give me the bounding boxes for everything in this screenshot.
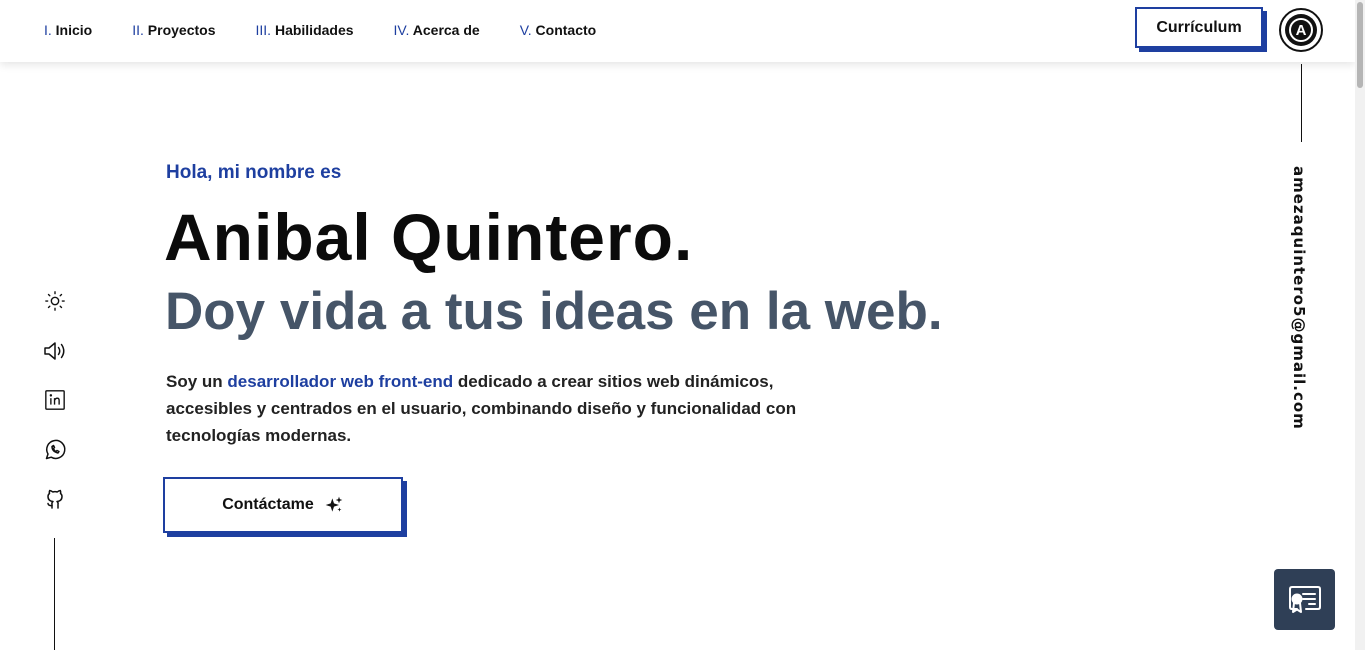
- left-rail-line: [54, 538, 55, 650]
- linkedin-icon[interactable]: [40, 385, 70, 415]
- speaker-icon[interactable]: [40, 336, 70, 366]
- logo-badge: A: [1285, 14, 1317, 46]
- nav-label: Proyectos: [147, 22, 216, 38]
- whatsapp-icon[interactable]: [40, 435, 70, 465]
- nav-number: IV.: [393, 22, 410, 38]
- nav-label: Inicio: [55, 22, 93, 38]
- nav-item-proyectos[interactable]: II. Proyectos: [132, 22, 215, 38]
- nav-number: II.: [132, 22, 144, 38]
- site-logo[interactable]: A: [1279, 8, 1323, 52]
- email-link[interactable]: amezaquintero5@gmail.com: [1290, 166, 1308, 430]
- hero-greeting: Hola, mi nombre es: [166, 162, 342, 183]
- scrollbar-thumb[interactable]: [1357, 2, 1363, 88]
- github-icon[interactable]: [40, 484, 70, 514]
- nav-label: Habilidades: [274, 22, 354, 38]
- certificate-icon: [1288, 585, 1321, 613]
- sun-icon[interactable]: [40, 286, 70, 316]
- hero-tagline: Doy vida a tus ideas en la web.: [165, 282, 943, 341]
- social-sidebar: [40, 286, 70, 534]
- site-header: I. Inicio II. Proyectos III. Habilidades…: [0, 0, 1355, 62]
- right-rail-line: [1301, 64, 1302, 142]
- nav-item-habilidades[interactable]: III. Habilidades: [256, 22, 354, 38]
- nav-item-inicio[interactable]: I. Inicio: [44, 22, 92, 38]
- nav-number: III.: [255, 22, 272, 38]
- logo-letter: A: [1289, 18, 1313, 42]
- hero-name: Anibal Quintero.: [164, 200, 694, 274]
- curriculum-button[interactable]: Currículum: [1135, 7, 1263, 48]
- description-prefix: Soy un: [166, 372, 228, 391]
- nav-item-contacto[interactable]: V. Contacto: [520, 22, 597, 38]
- nav-item-acerca-de[interactable]: IV. Acerca de: [394, 22, 480, 38]
- nav-label: Contacto: [535, 22, 597, 38]
- main-nav: I. Inicio II. Proyectos III. Habilidades…: [44, 22, 636, 38]
- page-scrollbar[interactable]: [1355, 0, 1365, 650]
- description-highlight: desarrollador web front-end: [227, 372, 454, 391]
- contact-button[interactable]: Contáctame: [163, 477, 403, 533]
- sparkles-icon: [325, 496, 343, 512]
- certificates-button[interactable]: [1274, 569, 1335, 630]
- hero-description: Soy un desarrollador web front-end dedic…: [166, 368, 816, 449]
- nav-number: V.: [519, 22, 532, 38]
- nav-label: Acerca de: [412, 22, 480, 38]
- contact-button-label: Contáctame: [222, 496, 314, 513]
- nav-number: I.: [44, 22, 52, 38]
